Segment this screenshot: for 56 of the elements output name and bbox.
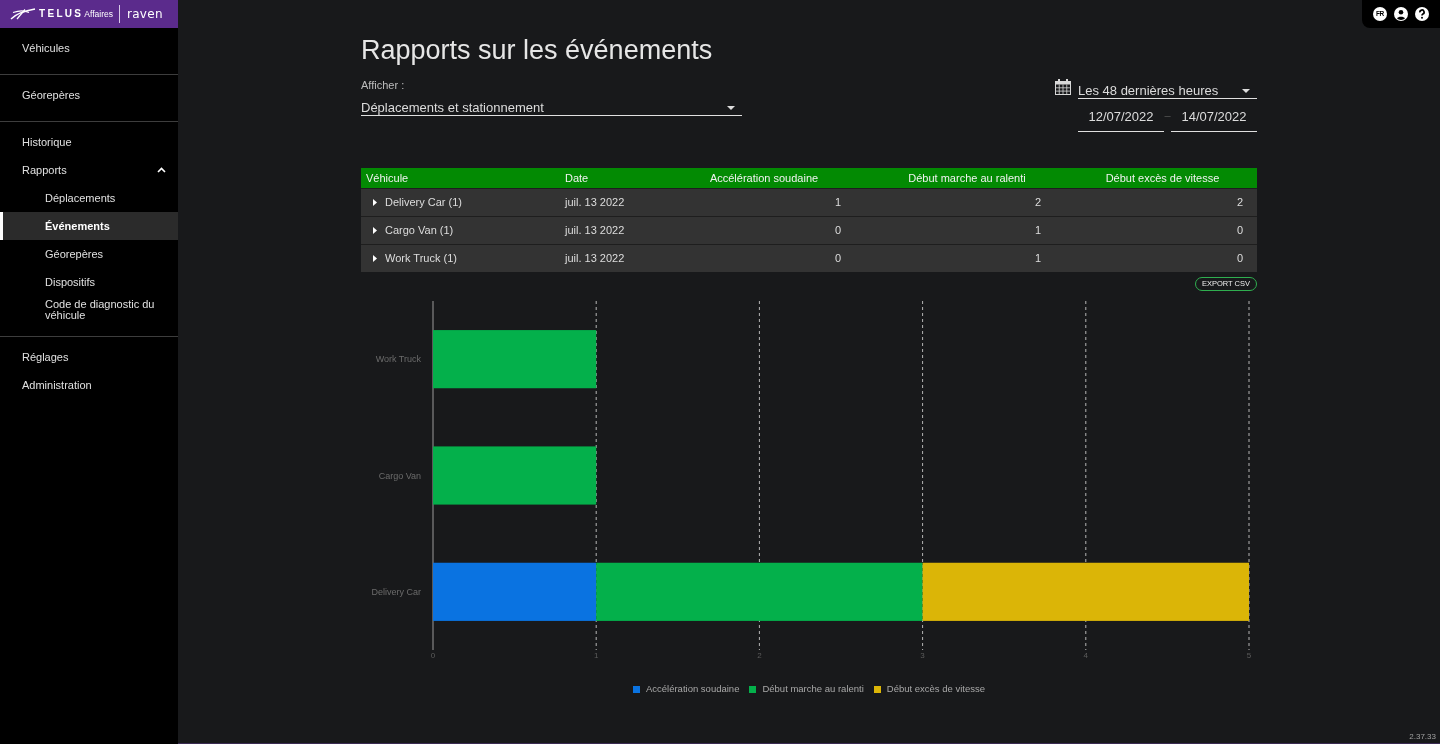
logo-icon — [10, 8, 36, 20]
field-label: Afficher : — [361, 78, 406, 92]
page-title: Rapports sur les événements — [361, 34, 714, 66]
date-separator: – — [1164, 108, 1171, 123]
table-cell: 2 — [866, 188, 1068, 216]
table-cell: juil. 13 2022 — [560, 188, 662, 216]
table-cell: juil. 13 2022 — [560, 216, 662, 244]
column-header[interactable]: Début marche au ralenti — [866, 168, 1068, 188]
nav-item[interactable]: Réglages — [0, 343, 178, 371]
table-cell: 0 — [1068, 216, 1257, 244]
nav-subitem[interactable]: Géorepères — [0, 240, 178, 268]
brand-division: Affaires — [84, 8, 113, 20]
nav-item[interactable]: Géorepères — [0, 81, 178, 109]
row-expand-toggle[interactable]: Work Truck (1) — [373, 251, 457, 266]
table-cell: 0 — [662, 244, 866, 272]
nav-subitem[interactable]: Événements — [0, 212, 178, 240]
help-icon[interactable] — [1415, 7, 1429, 21]
legend-label: Début marche au ralenti — [762, 683, 864, 695]
end-date-field[interactable]: 14/07/2022 — [1171, 100, 1257, 132]
table-cell: juil. 13 2022 — [560, 244, 662, 272]
version-label: 2.37.33 — [1409, 732, 1436, 741]
axis-tick-label: 1 — [593, 651, 599, 660]
nav-subitem[interactable]: Code de diagnostic du véhicule — [0, 296, 178, 324]
axis-category-label: Cargo Van — [378, 470, 421, 481]
axis-tick-label: 4 — [1083, 651, 1089, 660]
column-header[interactable]: Date — [560, 168, 662, 188]
product-name: raven — [126, 7, 163, 21]
caret-down-icon — [1242, 88, 1250, 93]
legend-label: Accélération soudaine — [645, 683, 740, 695]
table-cell: 0 — [1068, 244, 1257, 272]
brand-name: TELUS — [39, 8, 84, 20]
start-date-field[interactable]: 12/07/2022 — [1078, 100, 1164, 132]
nav-item[interactable]: Administration — [0, 371, 178, 399]
nav-item[interactable]: Véhicules — [0, 34, 178, 62]
row-expand-toggle[interactable]: Cargo Van (1) — [373, 223, 454, 237]
caret-down-icon — [727, 105, 735, 110]
report-type-select[interactable]: Déplacements et stationnement — [361, 98, 742, 116]
axis-category-label: Delivery Car — [371, 586, 421, 597]
axis-category-label: Work Truck — [375, 354, 421, 365]
table-cell: 2 — [1068, 188, 1257, 216]
row-expand-toggle[interactable]: Delivery Car (1) — [373, 195, 462, 209]
nav-subitem[interactable]: Dispositifs — [0, 268, 178, 296]
calendar-icon — [1055, 79, 1071, 95]
table-cell: 1 — [866, 216, 1068, 244]
nav-item[interactable]: Historique — [0, 128, 178, 156]
period-select[interactable]: Les 48 dernières heures — [1078, 78, 1257, 99]
nav-subitem[interactable]: Déplacements — [0, 184, 178, 212]
legend-label: Début excès de vitesse — [886, 683, 986, 695]
column-header[interactable]: Accélération soudaine — [662, 168, 866, 188]
table-cell: 1 — [866, 244, 1068, 272]
column-header[interactable]: Début excès de vitesse — [1068, 168, 1257, 188]
nav-item[interactable]: Rapports — [0, 156, 178, 184]
user-icon[interactable] — [1394, 7, 1408, 21]
column-header[interactable]: Véhicule — [361, 168, 560, 188]
table-cell: 1 — [662, 188, 866, 216]
table-cell: 0 — [662, 216, 866, 244]
